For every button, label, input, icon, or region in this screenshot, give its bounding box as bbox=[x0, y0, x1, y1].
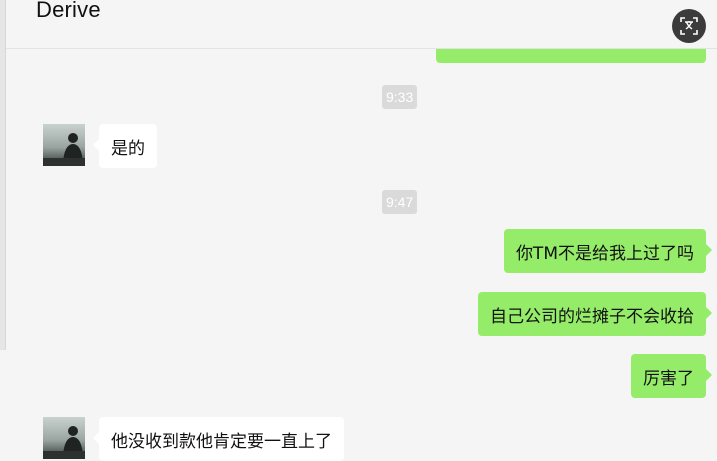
sent-message[interactable]: 你TM不是给我上过了吗 bbox=[503, 229, 713, 273]
timestamp: 9:47 bbox=[382, 190, 418, 214]
left-sidebar-edge bbox=[0, 0, 6, 350]
previous-sent-bubble bbox=[436, 49, 706, 63]
person-silhouette-icon bbox=[43, 426, 85, 459]
received-message[interactable]: 是的 bbox=[93, 124, 157, 168]
chat-header: Derive bbox=[6, 0, 717, 49]
sent-message[interactable]: 厉害了 bbox=[631, 354, 712, 398]
timestamp: 9:33 bbox=[382, 85, 418, 109]
translate-icon bbox=[680, 17, 698, 35]
person-silhouette-icon bbox=[43, 133, 85, 166]
avatar[interactable] bbox=[43, 124, 85, 166]
sent-message[interactable]: 自己公司的烂摊子不会收拾 bbox=[478, 292, 712, 336]
avatar[interactable] bbox=[43, 417, 85, 459]
received-message[interactable]: 他没收到款他肯定要一直上了 bbox=[93, 417, 344, 461]
translate-button[interactable] bbox=[672, 9, 706, 43]
chat-title: Derive bbox=[36, 0, 101, 22]
